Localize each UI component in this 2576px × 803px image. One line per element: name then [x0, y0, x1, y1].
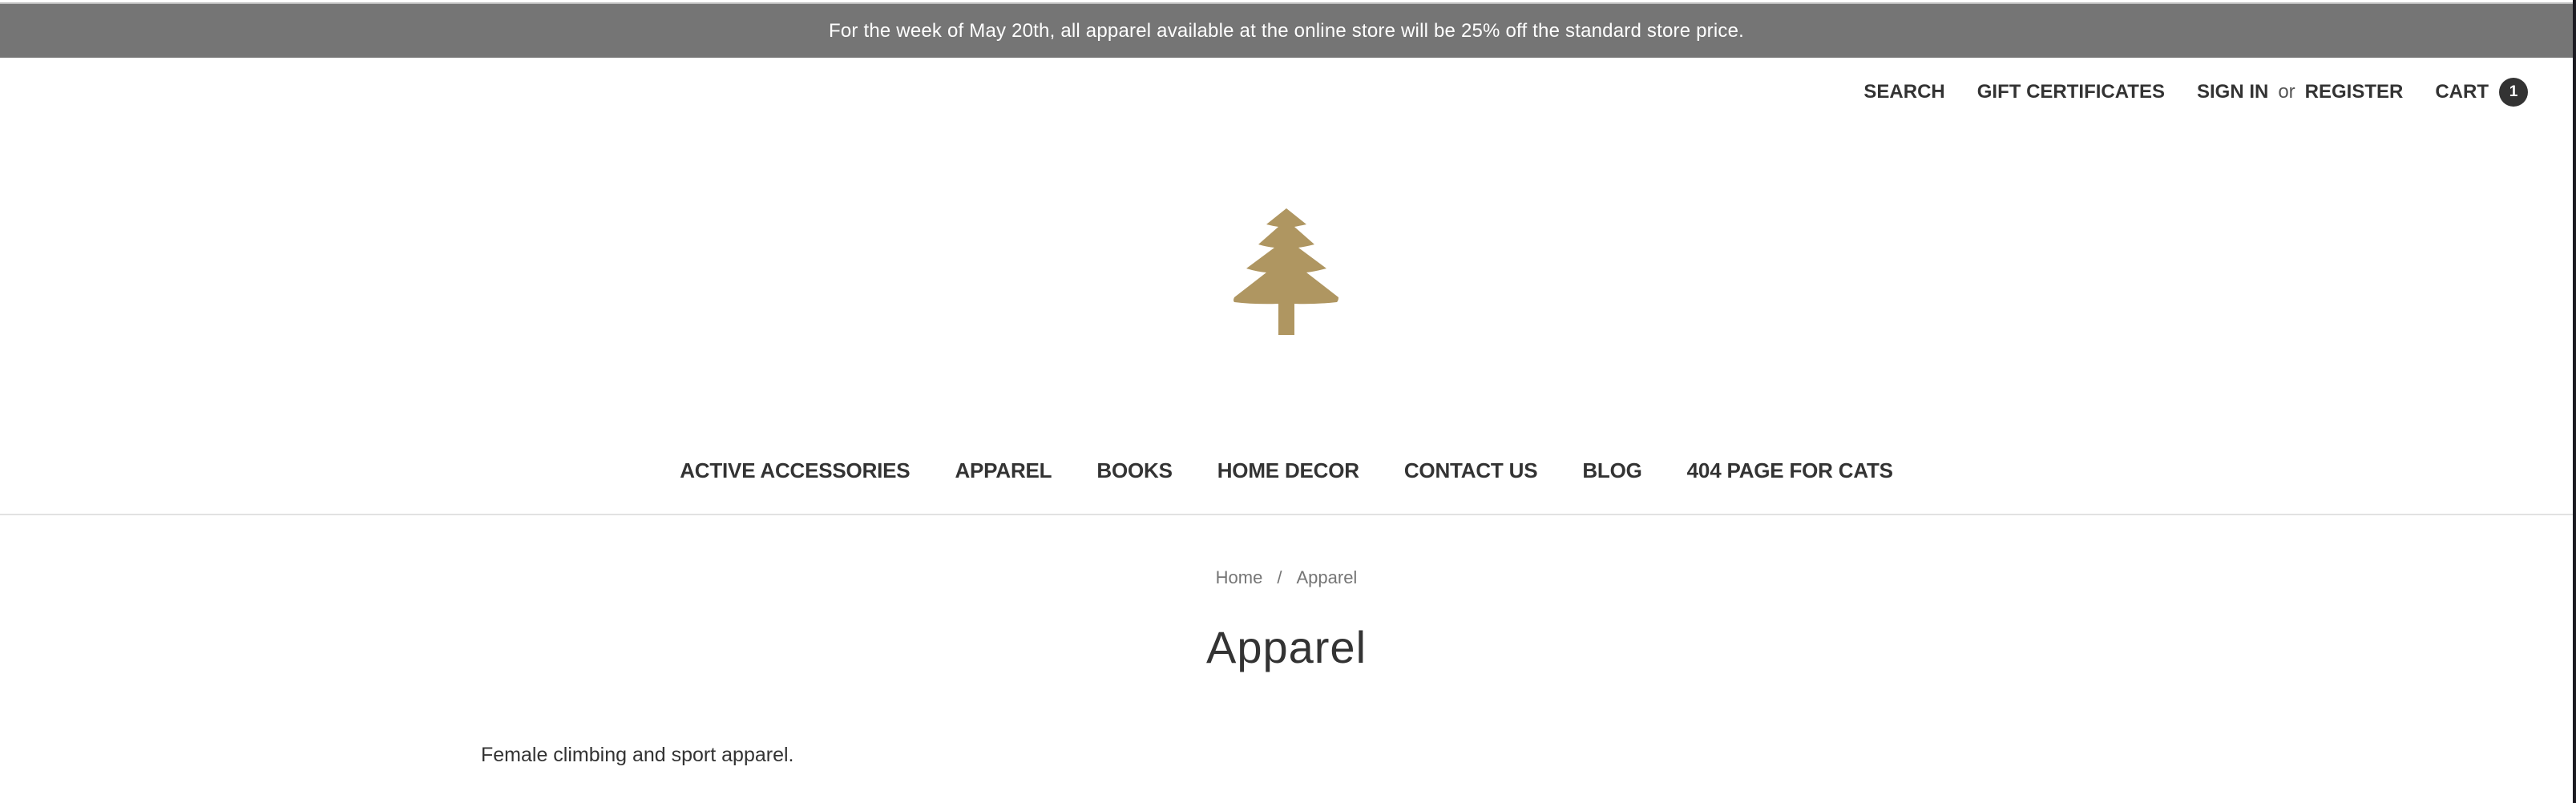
nav-item-404-page-for-cats[interactable]: 404 PAGE FOR CATS [1687, 458, 1893, 483]
breadcrumb-home[interactable]: Home [1216, 567, 1263, 588]
page-title: Apparel [1205, 622, 1367, 672]
promo-banner: For the week of May 20th, all apparel av… [0, 2, 2573, 58]
breadcrumb-apparel[interactable]: Apparel [1296, 567, 1357, 588]
sign-in-link[interactable]: SIGN IN [2197, 81, 2268, 103]
or-text: or [2278, 81, 2295, 103]
utility-nav: SEARCH GIFT CERTIFICATES SIGN IN or REGI… [1863, 78, 2528, 107]
pine-tree-icon [1233, 208, 1338, 335]
cart-link[interactable]: CART 1 [2435, 78, 2528, 107]
nav-item-home-decor[interactable]: HOME DECOR [1217, 458, 1359, 483]
nav-item-active-accessories[interactable]: ACTIVE ACCESSORIES [680, 458, 910, 483]
store-logo[interactable] [1218, 204, 1355, 357]
gift-certificates-link[interactable]: GIFT CERTIFICATES [1977, 81, 2165, 103]
cart-count-badge: 1 [2499, 78, 2528, 107]
page: For the week of May 20th, all apparel av… [0, 0, 2573, 803]
nav-item-blog[interactable]: BLOG [1582, 458, 1642, 483]
breadcrumb-separator: / [1277, 567, 1282, 587]
window-edge [2573, 0, 2576, 803]
register-link[interactable]: REGISTER [2305, 81, 2404, 103]
main-nav: ACTIVE ACCESSORIES APPAREL BOOKS HOME DE… [0, 458, 2573, 483]
header-divider [0, 514, 2573, 515]
cart-label: CART [2435, 81, 2489, 103]
breadcrumb: Home / Apparel [0, 567, 2573, 588]
nav-item-apparel[interactable]: APPAREL [955, 458, 1052, 483]
nav-item-books[interactable]: BOOKS [1096, 458, 1173, 483]
nav-item-contact-us[interactable]: CONTACT US [1404, 458, 1538, 483]
promo-banner-text: For the week of May 20th, all apparel av… [829, 19, 1744, 42]
search-link[interactable]: SEARCH [1863, 81, 1944, 103]
category-description: Female climbing and sport apparel. [481, 744, 794, 766]
